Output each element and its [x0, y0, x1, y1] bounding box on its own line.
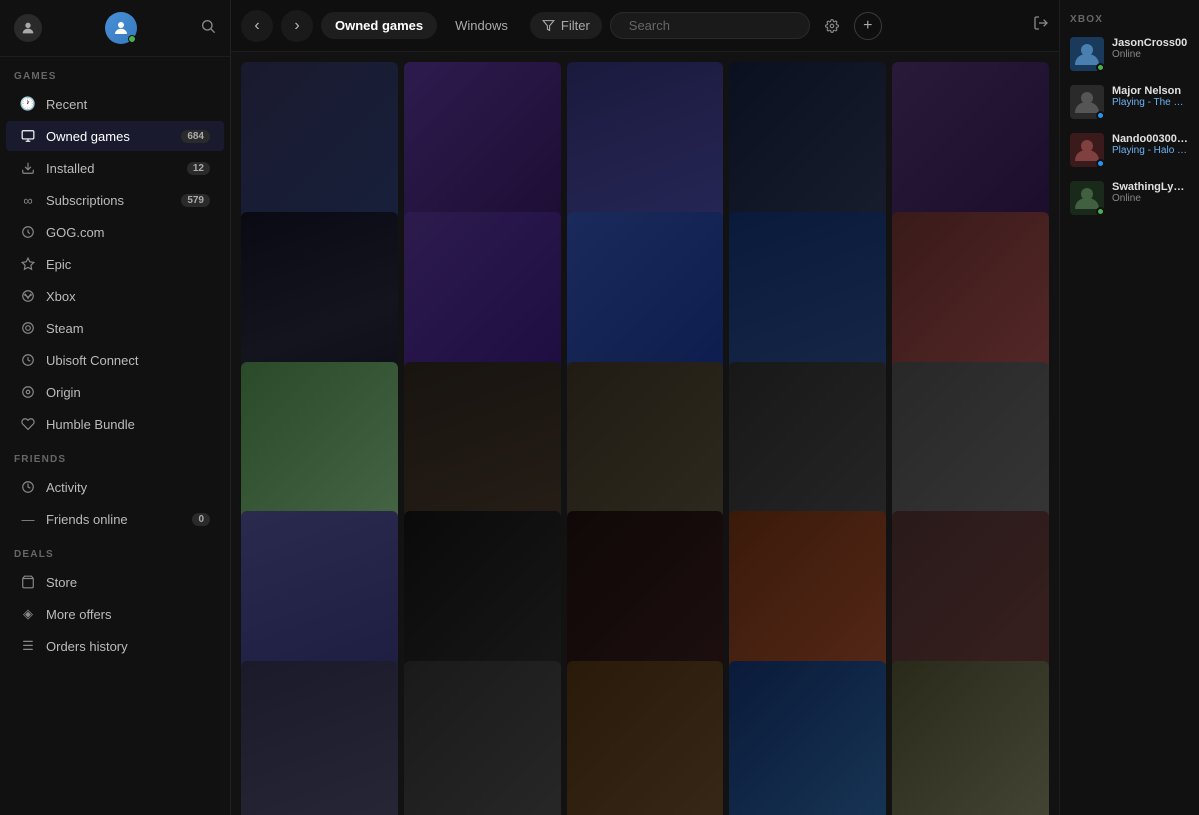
sidebar-item-xbox[interactable]: Xbox [6, 281, 224, 311]
online-status-dot [128, 35, 136, 43]
sidebar-item-activity[interactable]: Activity [6, 472, 224, 502]
tab-windows[interactable]: Windows [441, 12, 522, 39]
sidebar-item-ubisoft[interactable]: Ubisoft Connect [6, 345, 224, 375]
playing-status-dot [1096, 159, 1105, 168]
more-offers-icon: ◈ [20, 606, 36, 622]
gog-icon [20, 224, 36, 240]
sidebar-item-orders-history[interactable]: ☰ Orders history [6, 631, 224, 661]
search-input[interactable] [629, 18, 805, 33]
game-card[interactable] [892, 661, 1049, 815]
playing-status-dot [1096, 111, 1105, 120]
friends-online-icon: — [20, 511, 36, 527]
left-sidebar: GAMES 🕐 Recent Owned games 684 Installed… [0, 0, 231, 815]
tab-owned-games[interactable]: Owned games [321, 12, 437, 39]
sidebar-item-installed[interactable]: Installed 12 [6, 153, 224, 183]
deals-section-label: DEALS [0, 535, 230, 566]
xbox-icon [20, 288, 36, 304]
friend-info: JasonCross00 Online [1112, 37, 1189, 60]
friend-avatar [1070, 133, 1104, 167]
activity-icon [20, 479, 36, 495]
sidebar-item-recent[interactable]: 🕐 Recent [6, 89, 224, 119]
friend-item[interactable]: JasonCross00 Online [1070, 37, 1189, 71]
friend-info: Major Nelson Playing - The Pedes... [1112, 85, 1189, 108]
logout-button[interactable] [1033, 15, 1049, 36]
filter-button[interactable]: Filter [530, 12, 602, 39]
tab-group: Owned games Windows [321, 12, 522, 39]
friends-section-label: FRIENDS [0, 440, 230, 471]
main-content: ‹ › Owned games Windows Filter + TOMORRO… [231, 0, 1059, 815]
sidebar-item-owned-games[interactable]: Owned games 684 [6, 121, 224, 151]
recent-icon: 🕐 [20, 96, 36, 112]
store-icon [20, 574, 36, 590]
game-card[interactable] [241, 661, 398, 815]
friend-item[interactable]: Major Nelson Playing - The Pedes... [1070, 85, 1189, 119]
friend-avatar [1070, 37, 1104, 71]
installed-icon [20, 160, 36, 176]
search-icon[interactable] [200, 18, 216, 39]
friend-info: Nando00300000 Playing - Halo Infini... [1112, 133, 1189, 156]
games-section-label: GAMES [0, 57, 230, 88]
sidebar-item-steam[interactable]: Steam [6, 313, 224, 343]
game-grid: TOMORROWCORPORATION MARK OFTHE NINJA MAR… [231, 52, 1059, 815]
profile-icon[interactable] [14, 14, 42, 42]
steam-icon [20, 320, 36, 336]
sidebar-item-subscriptions[interactable]: ∞ Subscriptions 579 [6, 185, 224, 215]
origin-icon [20, 384, 36, 400]
xbox-section-label: XBOX [1070, 14, 1189, 25]
online-status-dot [1096, 63, 1105, 72]
sidebar-item-store[interactable]: Store [6, 567, 224, 597]
right-sidebar: XBOX JasonCross00 Online Major Nelson Pl… [1059, 0, 1199, 815]
owned-games-icon [20, 128, 36, 144]
sidebar-item-gog[interactable]: GOG.com [6, 217, 224, 247]
sidebar-item-humble[interactable]: Humble Bundle [6, 409, 224, 439]
game-card[interactable]: METROEXODUS [567, 661, 724, 815]
sidebar-header [0, 0, 230, 57]
game-card[interactable] [404, 661, 561, 815]
sidebar-item-more-offers[interactable]: ◈ More offers [6, 599, 224, 629]
settings-icon[interactable] [818, 12, 846, 40]
subscriptions-icon: ∞ [20, 192, 36, 208]
ubisoft-icon [20, 352, 36, 368]
online-status-dot [1096, 207, 1105, 216]
friend-item[interactable]: SwathingLynx53 Online [1070, 181, 1189, 215]
friend-info: SwathingLynx53 Online [1112, 181, 1189, 204]
search-bar [610, 12, 810, 39]
forward-button[interactable]: › [281, 10, 313, 42]
sidebar-item-friends-online[interactable]: — Friends online 0 [6, 504, 224, 534]
sidebar-item-origin[interactable]: Origin [6, 377, 224, 407]
orders-history-icon: ☰ [20, 638, 36, 654]
topbar: ‹ › Owned games Windows Filter + [231, 0, 1059, 52]
sidebar-item-epic[interactable]: Epic [6, 249, 224, 279]
add-button[interactable]: + [854, 12, 882, 40]
friend-item[interactable]: Nando00300000 Playing - Halo Infini... [1070, 133, 1189, 167]
avatar[interactable] [105, 12, 137, 44]
epic-icon [20, 256, 36, 272]
friend-avatar [1070, 85, 1104, 119]
game-card[interactable]: MICROSOFTFLIGHTSIMULATOR [729, 661, 886, 815]
humble-icon [20, 416, 36, 432]
friend-avatar [1070, 181, 1104, 215]
back-button[interactable]: ‹ [241, 10, 273, 42]
